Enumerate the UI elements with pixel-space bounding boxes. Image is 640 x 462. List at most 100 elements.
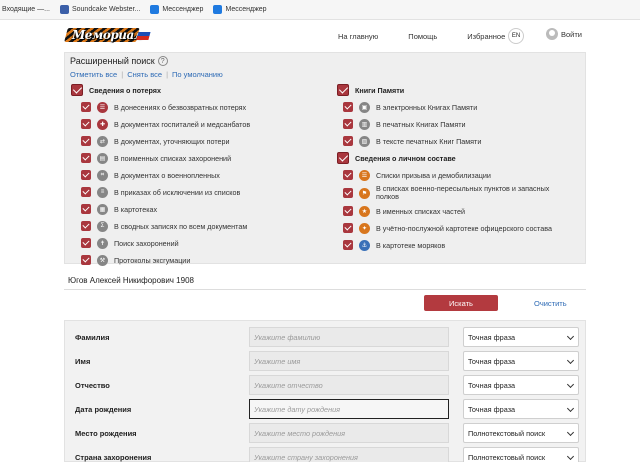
site-logo[interactable]: Мемориал: [64, 24, 152, 48]
advanced-search-title: Расширенный поиск ?: [70, 56, 168, 66]
bookmark-messenger-1[interactable]: Мессенджер: [150, 5, 203, 14]
login-button[interactable]: Войти: [546, 28, 582, 40]
source-item[interactable]: ⚓ В картотеке моряков: [343, 238, 445, 252]
birth-date-input[interactable]: Укажите дату рождения: [249, 399, 449, 419]
source-checkbox[interactable]: [343, 206, 353, 216]
bookmark-soundcake[interactable]: Soundcake Webster...: [59, 5, 141, 14]
chevron-down-icon: [566, 428, 575, 437]
clear-button[interactable]: Очистить: [534, 295, 567, 311]
birth-place-input[interactable]: Укажите место рождения: [249, 423, 449, 443]
surname-input[interactable]: Укажите фамилию: [249, 327, 449, 347]
burial-country-input[interactable]: Укажите страну захоронения: [249, 447, 449, 462]
group-memory-books[interactable]: Книги Памяти: [337, 83, 404, 97]
select-value: Точная фраза: [468, 332, 516, 342]
source-item[interactable]: ✦ В учётно-послужной картотеке офицерског…: [343, 221, 552, 235]
nav-help[interactable]: Помощь: [408, 32, 437, 41]
pow-icon: ⌗: [97, 169, 108, 181]
chevron-down-icon: [566, 332, 575, 341]
source-checkbox[interactable]: [343, 136, 353, 146]
group-losses-checkbox[interactable]: [71, 84, 83, 96]
deselect-all-link[interactable]: Снять все: [127, 70, 162, 79]
source-item[interactable]: ✚ В документах госпиталей и медсанбатов: [81, 117, 250, 131]
group-personnel[interactable]: Сведения о личном составе: [337, 151, 456, 165]
chevron-down-icon: [566, 356, 575, 365]
source-checkbox[interactable]: [81, 221, 91, 231]
source-checkbox[interactable]: [81, 170, 91, 180]
field-label: Место рождения: [75, 429, 137, 438]
source-item[interactable]: Σ В сводных записях по всем документам: [81, 219, 247, 233]
patronymic-mode-select[interactable]: Точная фраза: [463, 375, 579, 395]
field-label: Дата рождения: [75, 405, 132, 414]
name-input[interactable]: Укажите имя: [249, 351, 449, 371]
source-checkbox[interactable]: [343, 102, 353, 112]
search-button[interactable]: Искать: [424, 295, 498, 311]
source-item[interactable]: ☰ В донесениях о безвозвратных потерях: [81, 100, 246, 114]
bookmark-label: Входящие —...: [2, 6, 50, 13]
nav-home[interactable]: На главную: [338, 32, 378, 41]
field-label: Отчество: [75, 381, 110, 390]
source-label: В электронных Книгах Памяти: [376, 102, 478, 112]
select-all-link[interactable]: Отметить все: [70, 70, 117, 79]
source-checkbox[interactable]: [81, 136, 91, 146]
bookmark-label: Soundcake Webster...: [71, 6, 141, 13]
name-mode-select[interactable]: Точная фраза: [463, 351, 579, 371]
bookmark-label: Мессенджер: [162, 6, 204, 13]
source-item[interactable]: ▦ В картотеках: [81, 202, 157, 216]
source-item[interactable]: ⌗ В документах о военнопленных: [81, 168, 220, 182]
russian-flag-icon: [136, 28, 152, 40]
source-item[interactable]: ▤ В поименных списках захоронений: [81, 151, 231, 165]
source-checkbox[interactable]: [343, 170, 353, 180]
order-icon: ≡: [97, 186, 108, 198]
group-personnel-checkbox[interactable]: [337, 152, 349, 164]
source-item[interactable]: ⚒ Протоколы эксгумации: [81, 253, 190, 267]
birth-date-mode-select[interactable]: Точная фраза: [463, 399, 579, 419]
source-item[interactable]: ▧ В тексте печатных Книг Памяти: [343, 134, 481, 148]
group-memory-books-checkbox[interactable]: [337, 84, 349, 96]
form-row-burial-country: Страна захоронения Укажите страну захоро…: [65, 447, 587, 462]
source-label: В списках военно-пересыльных пунктов и з…: [376, 184, 550, 201]
language-switch[interactable]: EN: [508, 28, 524, 44]
anchor-icon: ⚓: [359, 239, 370, 251]
burial-country-mode-select[interactable]: Полнотекстовый поиск: [463, 447, 579, 462]
source-checkbox[interactable]: [81, 204, 91, 214]
report-icon: ☰: [97, 101, 108, 113]
source-item[interactable]: ⚑ В списках военно-пересыльных пунктов и …: [343, 184, 556, 202]
group-losses[interactable]: Сведения о потерях: [71, 83, 161, 97]
source-checkbox[interactable]: [81, 102, 91, 112]
bookmark-messenger-2[interactable]: Мессенджер: [213, 5, 267, 14]
source-checkbox[interactable]: [81, 187, 91, 197]
select-value: Полнотекстовый поиск: [468, 428, 546, 438]
default-link[interactable]: По умолчанию: [172, 70, 223, 79]
source-checkbox[interactable]: [81, 255, 91, 265]
source-checkbox[interactable]: [343, 240, 353, 250]
bookmark-inbox[interactable]: Входящие —...: [2, 6, 50, 13]
help-icon[interactable]: ?: [157, 56, 168, 66]
source-checkbox[interactable]: [81, 119, 91, 129]
source-item[interactable]: ☰ Списки призыва и демобилизации: [343, 168, 491, 182]
source-checkbox[interactable]: [81, 153, 91, 163]
source-item[interactable]: ≡ В приказах об исключении из списков: [81, 185, 240, 199]
hospital-cross-icon: ✚: [97, 118, 108, 130]
source-checkbox[interactable]: [343, 119, 353, 129]
logo-text: Мемориал: [72, 28, 143, 42]
source-item[interactable]: ▣ В электронных Книгах Памяти: [343, 100, 477, 114]
source-label: В приказах об исключении из списков: [114, 187, 241, 197]
select-value: Точная фраза: [468, 404, 516, 414]
burial-list-icon: ▤: [97, 152, 108, 164]
messenger-icon: [213, 5, 223, 14]
source-checkbox[interactable]: [343, 188, 353, 198]
source-item[interactable]: ⇄ В документах, уточняющих потери: [81, 134, 230, 148]
source-item[interactable]: ▥ В печатных Книгах Памяти: [343, 117, 466, 131]
search-query-input[interactable]: Югов Алексей Никифорович 1908: [64, 272, 586, 290]
surname-mode-select[interactable]: Точная фраза: [463, 327, 579, 347]
source-checkbox[interactable]: [343, 223, 353, 233]
patronymic-input[interactable]: Укажите отчество: [249, 375, 449, 395]
nav-favorites[interactable]: Избранное: [467, 32, 505, 41]
officer-card-icon: ✦: [359, 222, 370, 234]
source-item[interactable]: ★ В именных списках частей: [343, 204, 465, 218]
birth-place-mode-select[interactable]: Полнотекстовый поиск: [463, 423, 579, 443]
source-label: В тексте печатных Книг Памяти: [376, 136, 482, 146]
source-item[interactable]: ✝ Поиск захоронений: [81, 236, 179, 250]
source-checkbox[interactable]: [81, 238, 91, 248]
field-label: Имя: [75, 357, 91, 366]
